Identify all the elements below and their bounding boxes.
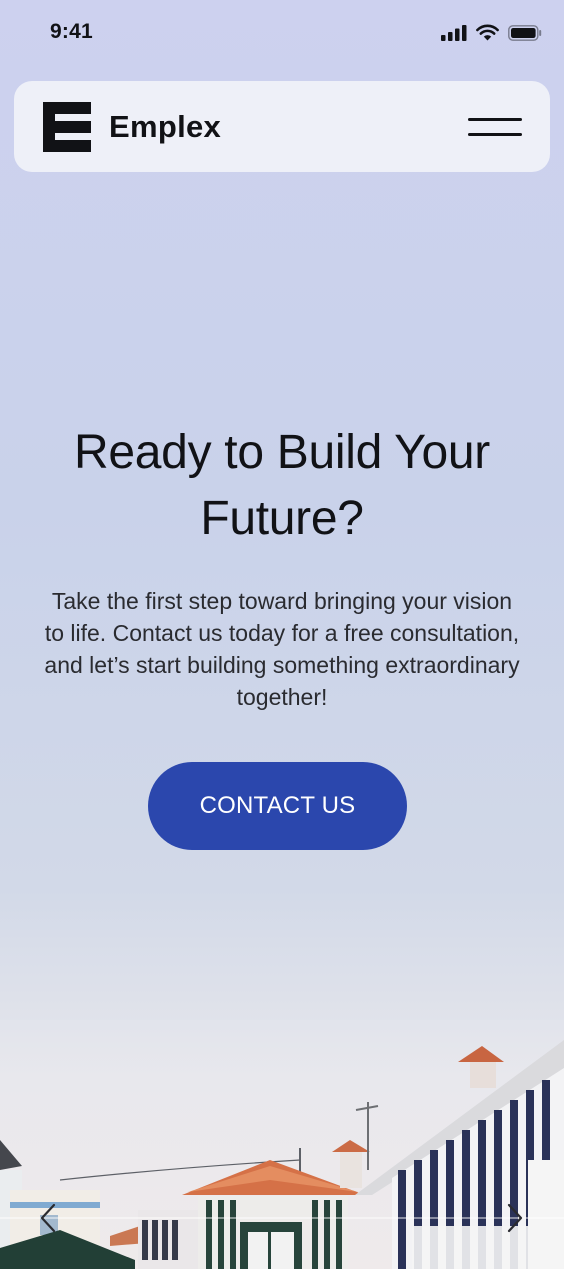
carousel-prev-button[interactable]: [33, 1200, 63, 1236]
chevron-right-icon: [507, 1203, 523, 1233]
houses-background-image: [0, 1020, 564, 1269]
wifi-icon: [476, 24, 499, 41]
menu-line-top: [468, 117, 522, 121]
battery-icon: [508, 24, 542, 41]
cellular-signal-icon: [441, 24, 467, 41]
status-time: 9:41: [50, 20, 93, 43]
carousel-next-button[interactable]: [500, 1200, 530, 1236]
status-bar: 9:41: [0, 0, 564, 68]
hero-description: Take the first step toward bringing your…: [44, 588, 520, 710]
chevron-left-icon: [40, 1203, 56, 1233]
status-icons: [441, 24, 542, 41]
hamburger-menu-icon[interactable]: [468, 116, 522, 138]
menu-line-bottom: [468, 132, 522, 136]
carousel-divider-line: [0, 1217, 564, 1219]
hero-title: Ready to Build Your Future?: [74, 426, 490, 545]
contact-us-button[interactable]: CONTACT US: [148, 762, 407, 850]
emplex-logo-icon: [43, 101, 91, 152]
header-bar: Emplex: [14, 81, 550, 172]
brand[interactable]: Emplex: [43, 101, 222, 152]
brand-name: Emplex: [109, 108, 222, 144]
